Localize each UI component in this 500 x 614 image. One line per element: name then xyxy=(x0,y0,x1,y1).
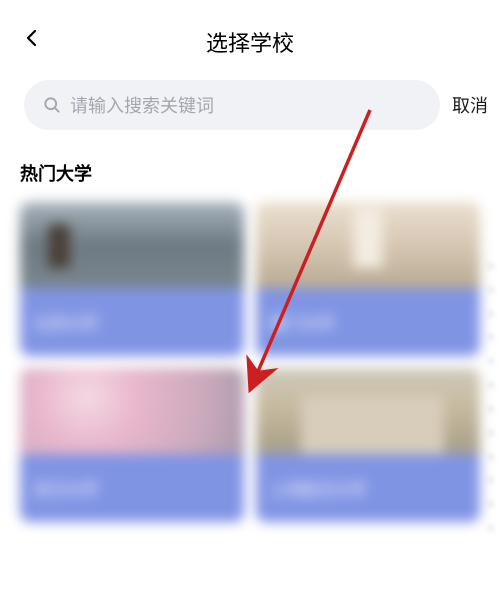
cancel-button[interactable]: 取消 xyxy=(452,92,488,118)
search-row: 请输入搜索关键词 取消 xyxy=(0,70,500,140)
university-name: 上海复旦大学 xyxy=(270,476,366,500)
university-name: 厦门大学 xyxy=(270,310,334,334)
university-label-area: 北京大学 xyxy=(20,288,244,356)
university-label-area: 武汉大学 xyxy=(20,454,244,522)
university-card[interactable]: 北京大学 xyxy=(20,202,244,356)
university-image xyxy=(20,202,244,297)
university-card[interactable]: 武汉大学 xyxy=(20,368,244,522)
section-title: 热门大学 xyxy=(20,160,480,186)
university-grid: 北京大学 厦门大学 武汉大学 上海复旦大学 xyxy=(20,202,480,522)
university-label-area: 上海复旦大学 xyxy=(256,454,480,522)
university-card[interactable]: 上海复旦大学 xyxy=(256,368,480,522)
chevron-left-icon xyxy=(20,26,44,50)
header: 选择学校 xyxy=(0,0,500,70)
search-icon xyxy=(42,95,62,115)
university-name: 北京大学 xyxy=(34,310,98,334)
page-title: 选择学校 xyxy=(20,26,480,58)
university-card[interactable]: 厦门大学 xyxy=(256,202,480,356)
alpha-index-bar[interactable] xyxy=(486,260,496,534)
search-input[interactable]: 请输入搜索关键词 xyxy=(24,80,440,130)
university-label-area: 厦门大学 xyxy=(256,288,480,356)
search-placeholder: 请输入搜索关键词 xyxy=(70,92,214,118)
university-image xyxy=(256,368,480,463)
hot-universities-section: 热门大学 北京大学 厦门大学 武汉大学 上海复旦大学 xyxy=(0,140,500,522)
university-name: 武汉大学 xyxy=(34,476,98,500)
university-image xyxy=(20,368,244,463)
back-button[interactable] xyxy=(20,26,44,50)
university-image xyxy=(256,202,480,297)
